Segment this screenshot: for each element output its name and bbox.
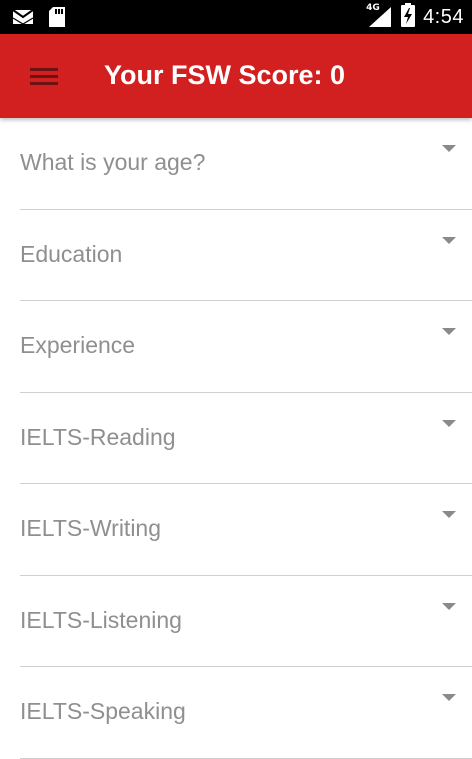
select-label: IELTS-Writing (20, 515, 162, 541)
page-title: Your FSW Score: 0 (104, 60, 346, 90)
dropdown-arrow-icon (442, 694, 456, 701)
battery-charging-icon (401, 2, 416, 32)
status-time: 4:54 (423, 5, 464, 28)
dropdown-arrow-icon (442, 602, 456, 610)
ielts-speaking-select[interactable]: IELTS-Speaking (0, 667, 472, 759)
education-select[interactable]: Education (0, 210, 472, 301)
hamburger-menu-icon[interactable] (30, 68, 58, 86)
ielts-reading-select[interactable]: IELTS-Reading (0, 393, 472, 484)
app-bar: Your FSW Score: 0 (0, 34, 472, 118)
dropdown-arrow-icon (442, 145, 456, 152)
dropdown-arrow-icon (442, 511, 456, 518)
dropdown-arrow-icon (442, 328, 456, 335)
ielts-listening-select[interactable]: IELTS-Listening (0, 576, 472, 667)
select-label: IELTS-Reading (20, 423, 176, 450)
sd-card-icon (48, 6, 66, 33)
dropdown-arrow-icon (442, 419, 456, 427)
dropdown-arrow-icon (442, 236, 456, 244)
select-label: Education (20, 240, 123, 267)
age-select[interactable]: What is your age? (0, 118, 472, 210)
select-label: IELTS-Speaking (20, 698, 186, 724)
ielts-writing-select[interactable]: IELTS-Writing (0, 484, 472, 576)
signal-icon: 4G (366, 3, 393, 28)
select-label: What is your age? (20, 149, 206, 175)
experience-select[interactable]: Experience (0, 301, 472, 393)
select-label: Experience (20, 332, 136, 358)
network-type-label: 4G (366, 3, 380, 13)
mail-icon (12, 8, 34, 31)
divider (20, 757, 472, 759)
status-bar: 4G 4:54 (0, 0, 472, 34)
score-form: What is your age? Education Experience I… (0, 118, 472, 759)
select-label: IELTS-Listening (20, 606, 182, 633)
